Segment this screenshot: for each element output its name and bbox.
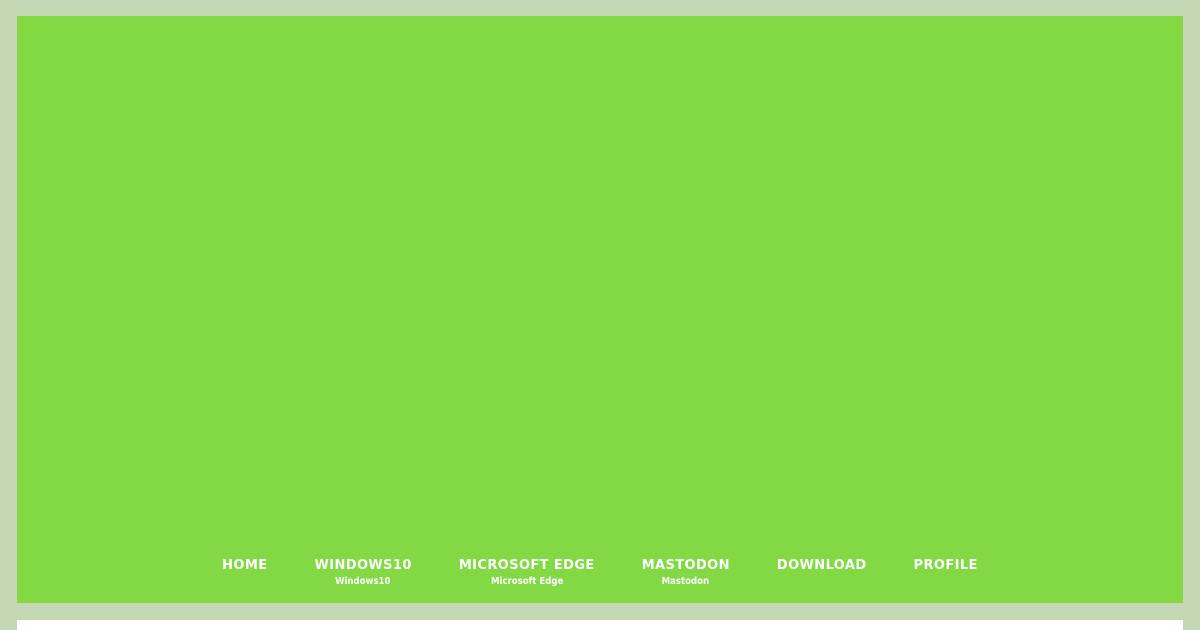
nav-item-download[interactable]: DOWNLOAD [777,558,867,574]
nav-item-microsoft-edge[interactable]: MICROSOFT EDGE Microsoft Edge [459,558,595,589]
nav-item-mastodon[interactable]: MASTODON Mastodon [642,558,730,589]
nav-item-label: MASTODON [641,558,730,573]
nav-item-windows10[interactable]: WINDOWS10 Windows10 [315,558,412,589]
nav-item-description: Windows10 [335,576,391,587]
content-area [17,620,1183,630]
nav-item-label: PROFILE [913,558,978,573]
nav-item-description: Microsoft Edge [490,576,563,587]
nav-item-label: HOME [222,558,268,573]
nav-item-label: DOWNLOAD [776,558,867,573]
nav-item-label: MICROSOFT EDGE [458,558,595,573]
nav-item-label: WINDOWS10 [314,558,412,573]
nav-item-home[interactable]: HOME [222,558,267,574]
page: HOME WINDOWS10 Windows10 MICROSOFT EDGE … [0,0,1200,630]
nav-item-description: Mastodon [662,576,710,587]
header-banner: HOME WINDOWS10 Windows10 MICROSOFT EDGE … [17,16,1183,603]
nav-item-profile[interactable]: PROFILE [914,558,978,574]
main-navigation: HOME WINDOWS10 Windows10 MICROSOFT EDGE … [17,558,1183,589]
